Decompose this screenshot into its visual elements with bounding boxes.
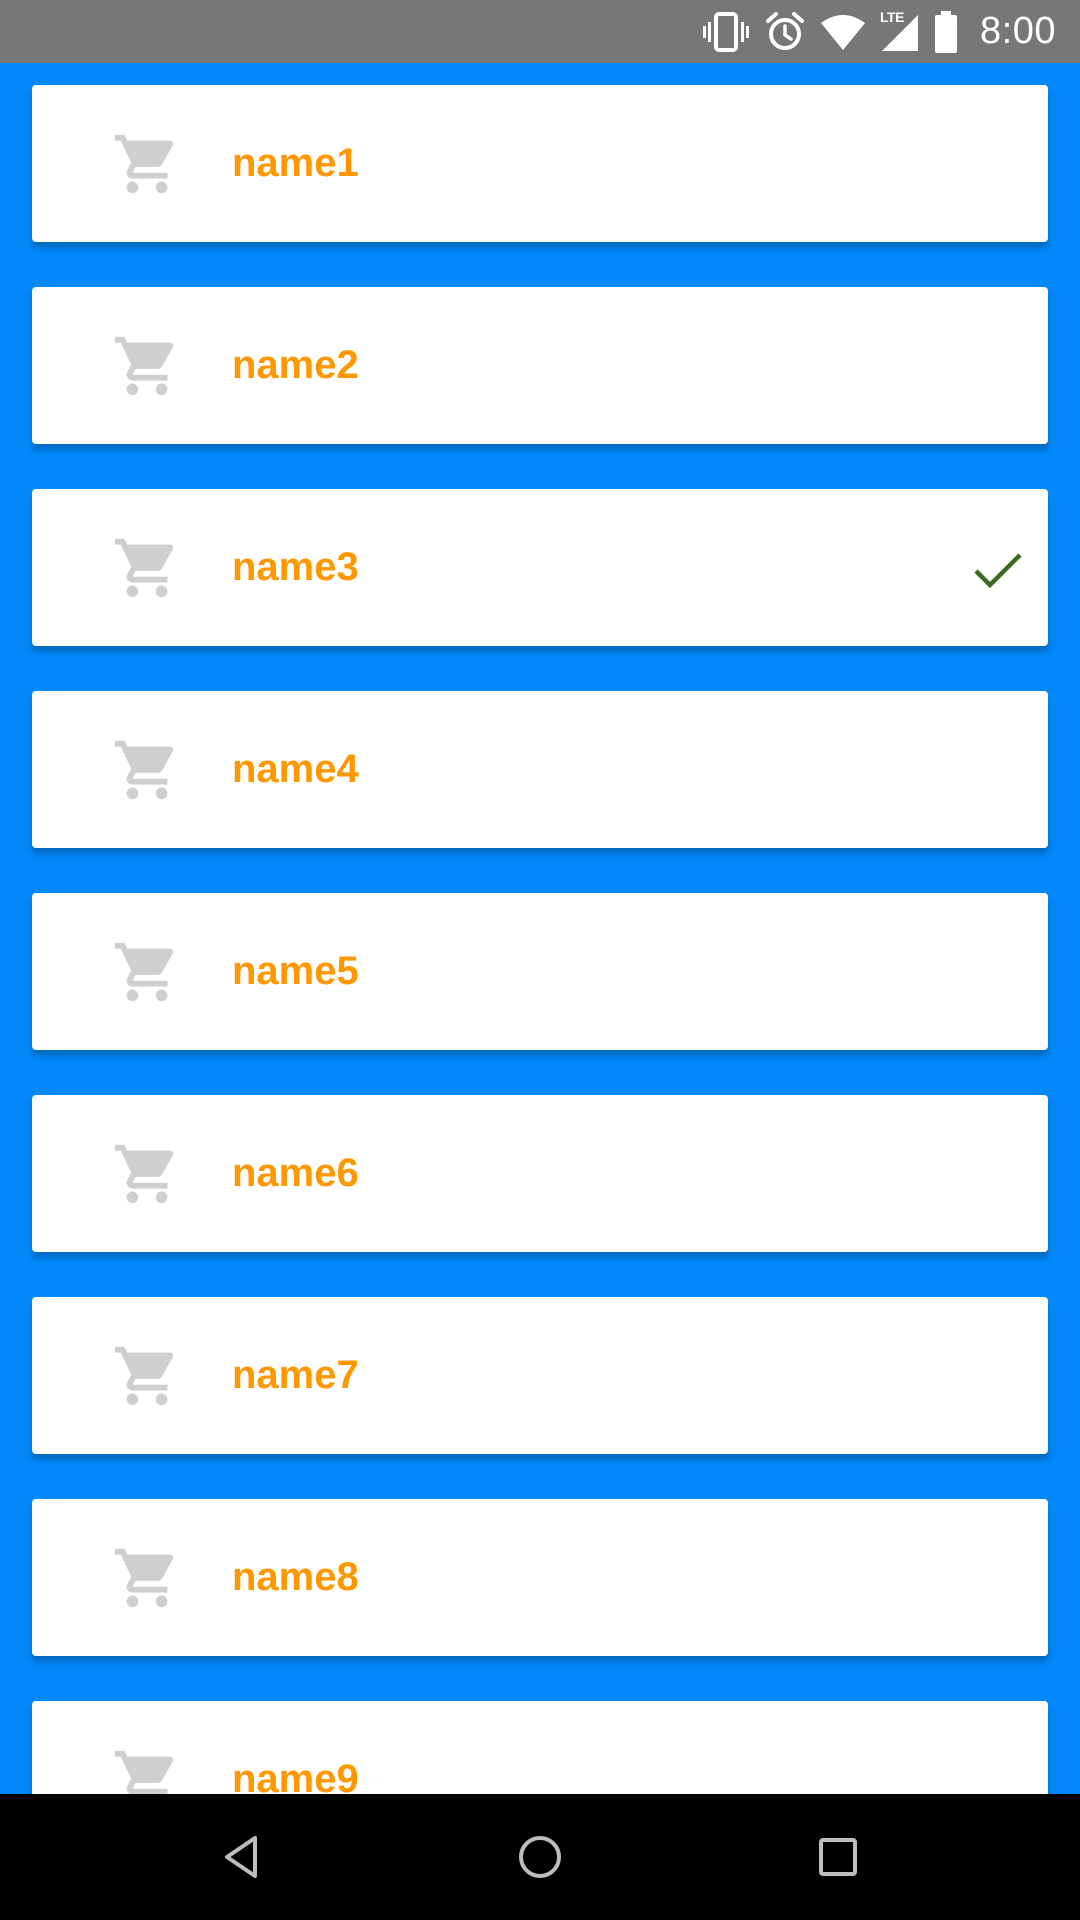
navigation-bar (0, 1794, 1080, 1920)
cart-icon (114, 740, 174, 800)
status-icons: LTE 8:00 (702, 0, 1056, 63)
item-label: name2 (232, 343, 359, 387)
status-bar: LTE 8:00 (0, 0, 1080, 63)
check-icon (974, 553, 1022, 589)
list-item[interactable]: name7 (32, 1297, 1048, 1454)
cart-icon (114, 1750, 174, 1794)
cart-icon (114, 1548, 174, 1608)
item-label: name3 (232, 545, 359, 589)
list-item[interactable]: name9 (32, 1701, 1048, 1794)
item-label: name8 (232, 1555, 359, 1599)
status-time: 8:00 (980, 10, 1056, 52)
item-label: name9 (232, 1757, 359, 1794)
item-label: name1 (232, 141, 359, 185)
list-item[interactable]: name5 (32, 893, 1048, 1050)
alarm-icon (766, 11, 805, 50)
cart-icon (114, 1346, 174, 1406)
cart-icon (114, 1144, 174, 1204)
item-list[interactable]: name1 name2 name3 name4 name5 name6 name… (0, 63, 1080, 1794)
list-item[interactable]: name2 (32, 287, 1048, 444)
list-item[interactable]: name8 (32, 1499, 1048, 1656)
item-label: name6 (232, 1151, 359, 1195)
battery-icon (935, 10, 958, 53)
back-icon[interactable] (211, 1832, 271, 1882)
cart-icon (114, 942, 174, 1002)
lte-signal-icon: LTE (880, 9, 920, 53)
vibrate-icon (703, 11, 750, 52)
wifi-icon (821, 14, 866, 50)
item-label: name5 (232, 949, 359, 993)
list-item[interactable]: name4 (32, 691, 1048, 848)
item-label: name4 (232, 747, 359, 791)
list-item[interactable]: name3 (32, 489, 1048, 646)
recents-icon[interactable] (808, 1832, 868, 1882)
cart-icon (114, 538, 174, 598)
cart-icon (114, 134, 174, 194)
cart-icon (114, 336, 174, 396)
item-label: name7 (232, 1353, 359, 1397)
home-icon[interactable] (510, 1832, 570, 1882)
list-item[interactable]: name1 (32, 85, 1048, 242)
list-item[interactable]: name6 (32, 1095, 1048, 1252)
